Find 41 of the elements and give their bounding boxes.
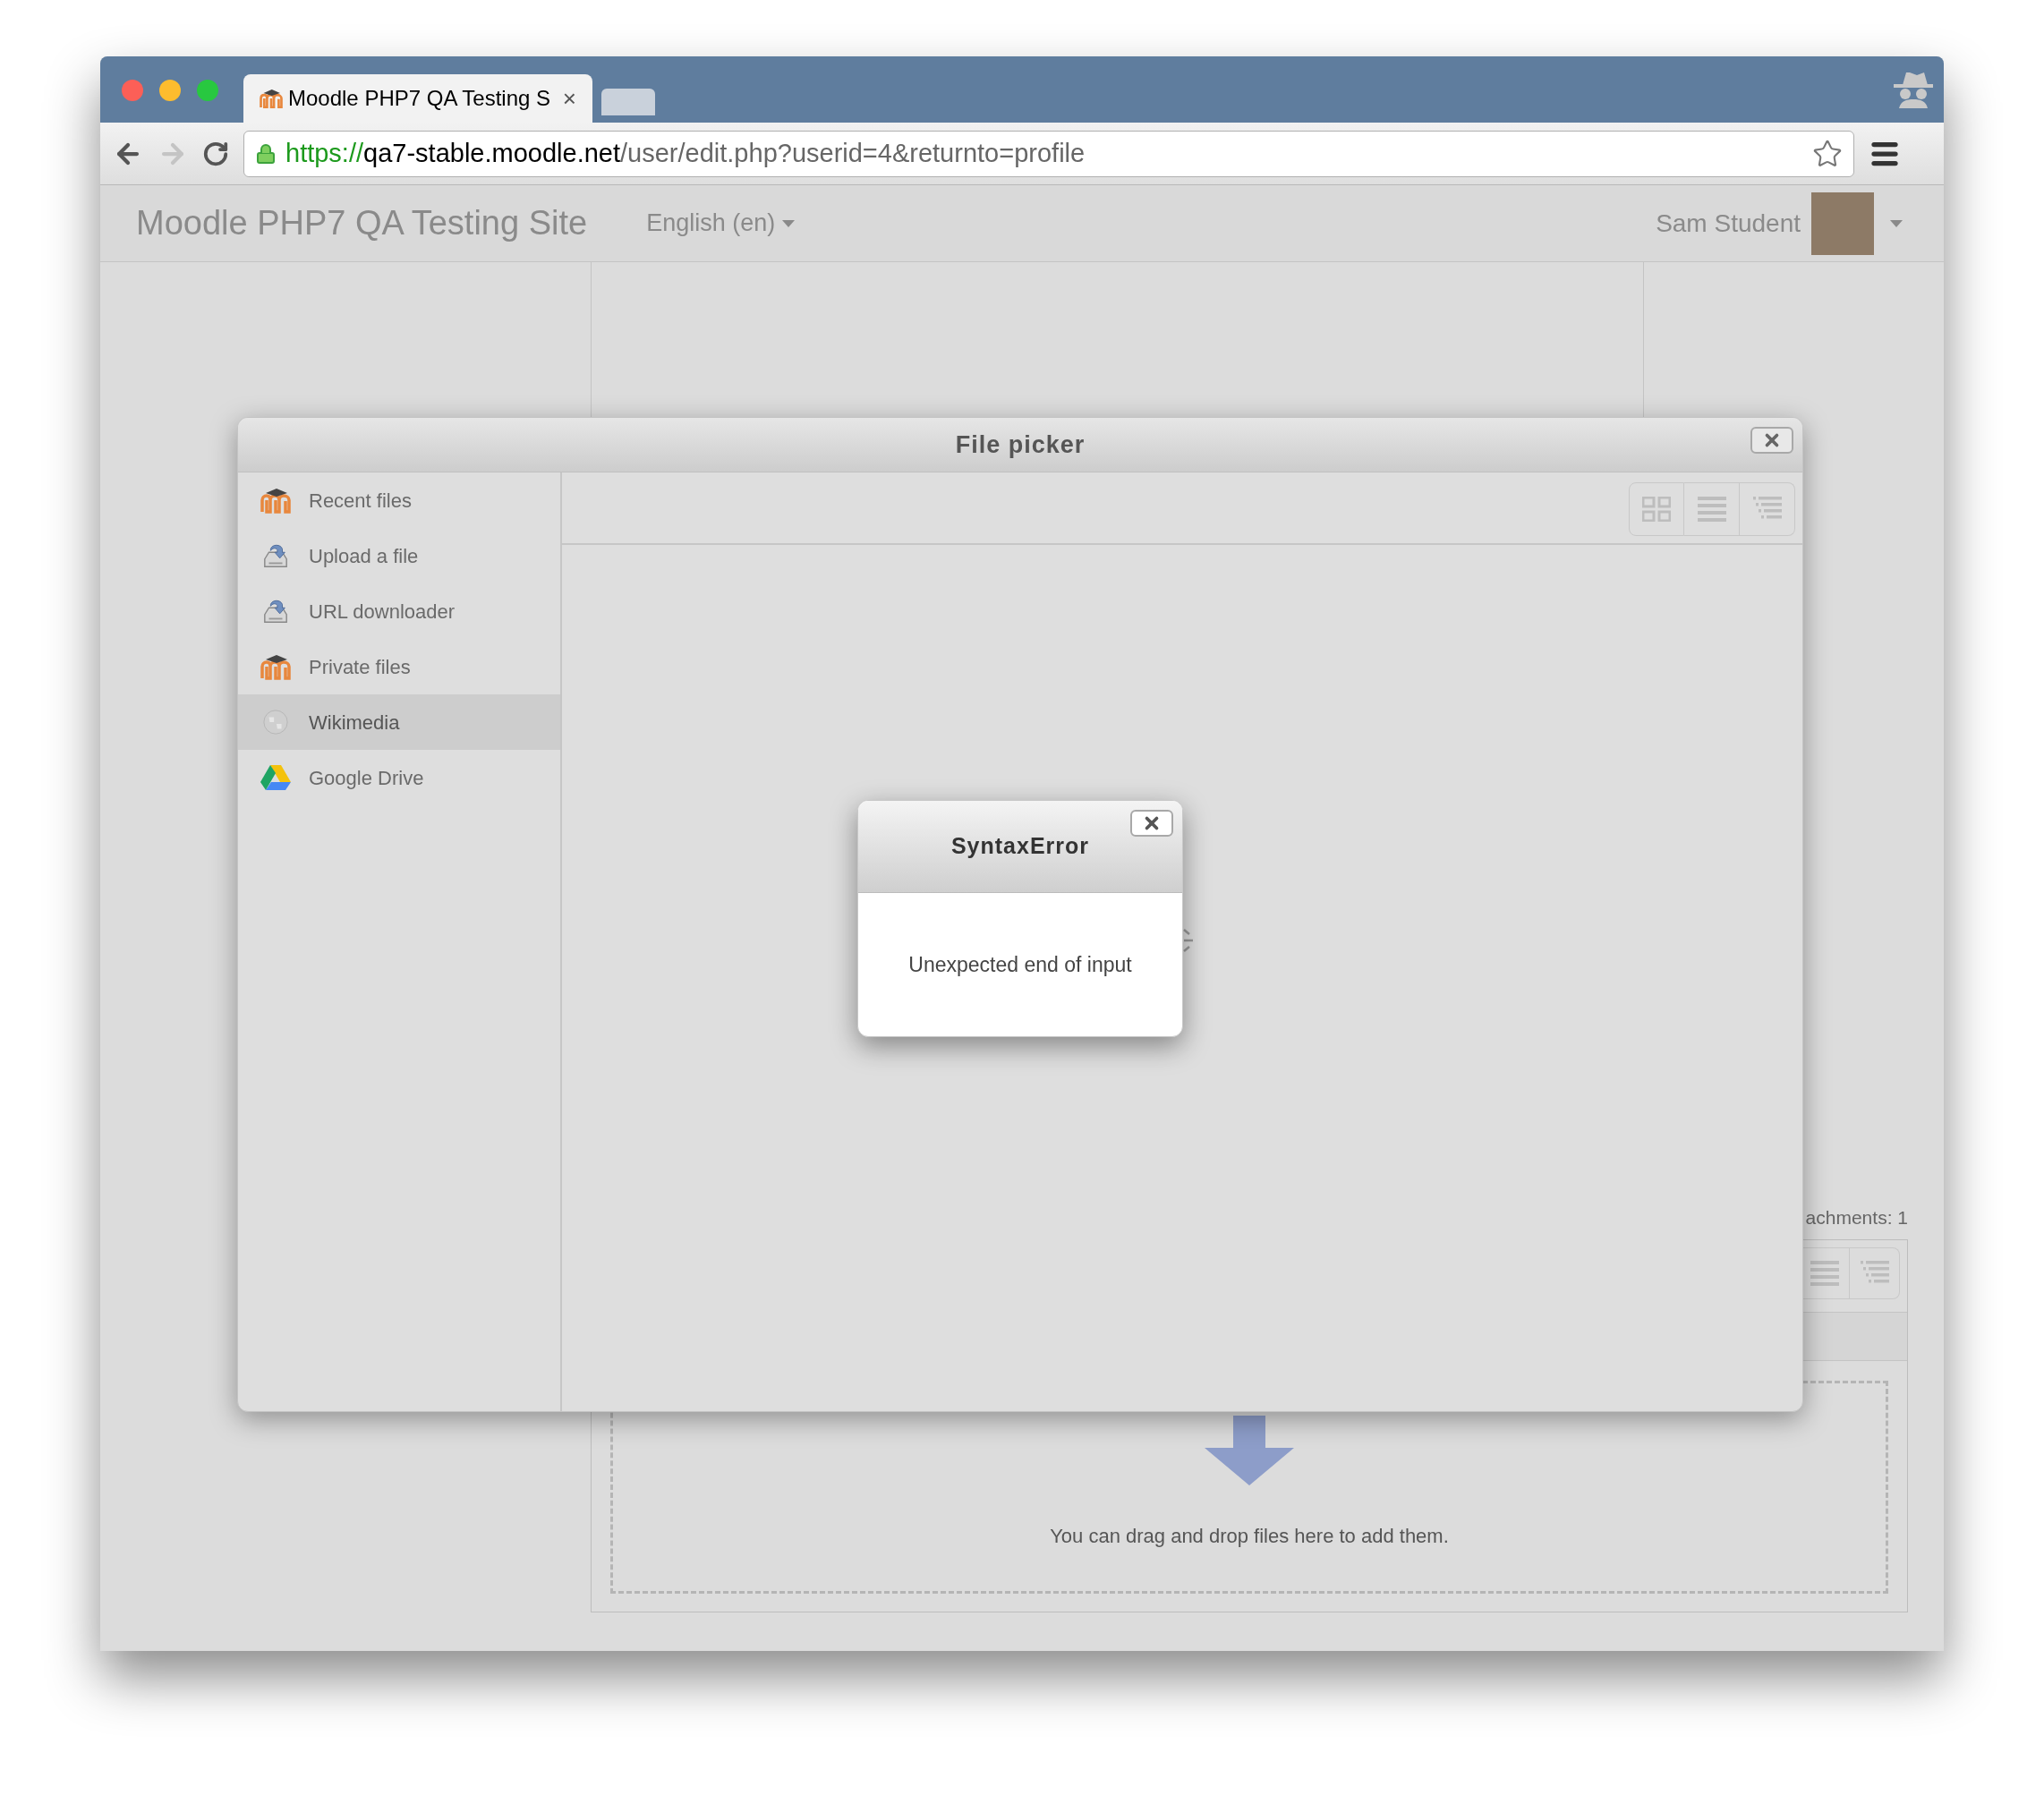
reload-icon[interactable] [202, 140, 229, 167]
tree-list-icon [1752, 497, 1782, 522]
lock-icon [255, 141, 277, 166]
list-icon [1810, 1260, 1839, 1286]
maximize-window-icon[interactable] [197, 80, 218, 101]
caret-icon[interactable] [1890, 219, 1903, 227]
bookmark-star-icon[interactable] [1812, 138, 1843, 169]
list-icon [1697, 497, 1726, 522]
avatar-placeholder[interactable] [1811, 191, 1874, 255]
browser-tab[interactable]: Moodle PHP7 QA Testing S × [243, 74, 592, 123]
tree-view-button[interactable] [1850, 1246, 1900, 1299]
dialog-title: File picker [955, 430, 1086, 460]
address-field[interactable]: https://qa7-stable.moodle.net/user/edit.php?userid=4&returnto=profile [243, 130, 1854, 177]
tab-title: Moodle PHP7 QA Testing S [288, 85, 551, 112]
down-arrow-icon [1205, 1415, 1294, 1485]
repository-item[interactable]: Wikimedia [238, 694, 560, 750]
drop-zone-hint: You can drag and drop files here to add them. [1050, 1523, 1449, 1549]
tab-close[interactable]: × [562, 81, 576, 116]
mortarboard-m-icon [260, 89, 283, 108]
close-button[interactable] [1750, 427, 1793, 454]
tree-list-icon [1860, 1260, 1889, 1286]
error-message: Unexpected end of input [908, 951, 1132, 978]
tree-view-button[interactable] [1740, 482, 1795, 536]
attachments-label: achments: 1 [1805, 1206, 1908, 1229]
minimize-window-icon[interactable] [159, 80, 181, 101]
url-text: https://qa7-stable.moodle.net/user/edit.php?userid=4&returnto=profile [285, 137, 1086, 169]
mortarboard-m-icon [260, 487, 291, 514]
new-tab-button[interactable] [601, 89, 655, 115]
close-button[interactable] [1130, 810, 1173, 837]
error-title: SyntaxError [950, 832, 1090, 861]
grid-view-button[interactable] [1629, 482, 1684, 536]
user-name[interactable]: Sam Student [1656, 204, 1801, 242]
grid-icon [1642, 497, 1671, 522]
list-view-button[interactable] [1684, 482, 1740, 536]
triangle-drive-icon [260, 764, 291, 791]
caret-icon [782, 219, 796, 227]
language-menu[interactable]: English (en) [646, 205, 796, 242]
mortarboard-m-icon [260, 653, 291, 680]
close-window-icon[interactable] [122, 80, 143, 101]
puzzle-globe-icon [260, 709, 291, 736]
site-name[interactable]: Moodle PHP7 QA Testing Site [136, 198, 588, 249]
